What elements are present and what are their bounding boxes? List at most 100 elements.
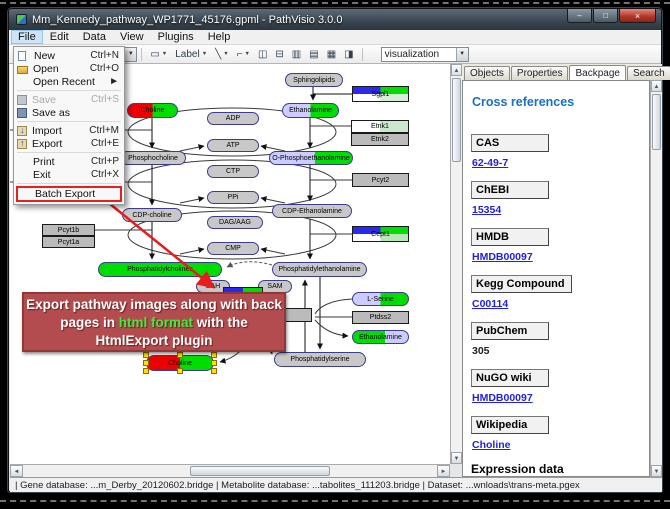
- app-window: Mm_Kennedy_pathway_WP1771_45176.gpml - P…: [8, 8, 662, 492]
- menu-edit[interactable]: Edit: [43, 30, 76, 44]
- menu-help[interactable]: Help: [201, 30, 238, 44]
- tab-backpage[interactable]: Backpage: [569, 65, 625, 80]
- node-l-serine[interactable]: L-Serine: [352, 292, 409, 306]
- stack-vertical-button[interactable]: ▦: [323, 46, 340, 62]
- node-pcyt1a[interactable]: Pcyt1a: [42, 236, 95, 248]
- node-sgpl1[interactable]: Sgpl1: [352, 86, 409, 102]
- scroll-right-button[interactable]: ►: [437, 465, 450, 477]
- node-ppi[interactable]: PPi: [207, 191, 259, 204]
- tab-objects[interactable]: Objects: [464, 66, 510, 80]
- node-cdp-ethanolamine[interactable]: CDP-Ethanolamine: [272, 204, 352, 218]
- distribute-horizontal-button[interactable]: ▥: [288, 46, 305, 62]
- file-menu-item-export[interactable]: ExportCtrl+E: [14, 137, 124, 150]
- chevron-down-icon[interactable]: ▼: [456, 48, 468, 61]
- scroll-down-button[interactable]: ▼: [651, 465, 662, 477]
- scroll-up-button[interactable]: ▲: [651, 80, 662, 92]
- visualization-combobox[interactable]: visualization ▼: [381, 47, 469, 62]
- file-menu-item-import[interactable]: ImportCtrl+M: [14, 124, 124, 137]
- node-pcyt2[interactable]: Pcyt2: [352, 173, 409, 187]
- node-pcyt1b[interactable]: Pcyt1b: [42, 224, 95, 236]
- label-tool-button[interactable]: Label▼: [171, 46, 211, 62]
- selection-handle[interactable]: [143, 360, 149, 366]
- file-menu-item-open-recent[interactable]: Open Recent►: [14, 75, 124, 88]
- menu-view[interactable]: View: [113, 30, 151, 44]
- scrollbar-thumb[interactable]: [652, 94, 661, 150]
- node-ctp[interactable]: CTP: [207, 165, 259, 178]
- node-ethanolamine-bottom[interactable]: Ethanolamine: [352, 330, 409, 344]
- menu-data[interactable]: Data: [76, 30, 113, 44]
- xref-value-link[interactable]: C00114: [472, 298, 649, 310]
- node-label: Ethanolamine: [289, 107, 332, 114]
- xref-value-link[interactable]: 15354: [472, 204, 649, 216]
- title-bar[interactable]: Mm_Kennedy_pathway_WP1771_45176.gpml - P…: [9, 9, 661, 30]
- tab-properties[interactable]: Properties: [511, 66, 569, 80]
- scroll-up-button[interactable]: ▲: [451, 64, 462, 76]
- frame-artifact: [0, 500, 670, 502]
- xref-section-wikipedia: WikipediaCholine: [471, 415, 649, 451]
- node-cept1[interactable]: Cept1: [352, 226, 409, 242]
- xref-value-link[interactable]: 62-49-7: [472, 157, 649, 169]
- align-center-y-button[interactable]: ⊟: [271, 46, 287, 62]
- xref-database-label: Kegg Compound: [471, 275, 572, 293]
- tab-search[interactable]: Search: [627, 66, 670, 80]
- file-menu-item-new[interactable]: NewCtrl+N: [14, 49, 124, 62]
- selection-handle[interactable]: [211, 352, 217, 358]
- scroll-down-button[interactable]: ▼: [451, 452, 462, 464]
- selection-handle[interactable]: [177, 352, 183, 358]
- backpage-panel: Cross references CAS62-49-7ChEBI15354HMD…: [462, 80, 650, 477]
- canvas-horizontal-scrollbar[interactable]: ◄ ►: [10, 464, 450, 477]
- maximize-button[interactable]: □: [593, 9, 618, 23]
- scroll-left-button[interactable]: ◄: [10, 465, 23, 477]
- align-center-x-button[interactable]: ◫: [254, 46, 271, 62]
- file-menu-item-print[interactable]: PrintCtrl+P: [14, 155, 124, 168]
- node-phosphatidylserine[interactable]: Phosphatidylserine: [274, 352, 366, 367]
- node-cmp[interactable]: CMP: [207, 242, 259, 255]
- file-menu-item-save[interactable]: SaveCtrl+S: [14, 93, 124, 106]
- selection-handle[interactable]: [143, 352, 149, 358]
- file-menu-item-batch-export[interactable]: Batch Export: [16, 186, 122, 202]
- save-icon: [17, 95, 27, 105]
- close-button[interactable]: ×: [619, 9, 656, 23]
- node-o-phosphoethanolamine[interactable]: O-Phosphoethanolamine: [269, 151, 353, 165]
- node-phosphatidylcholines[interactable]: Phosphatidylcholines: [98, 262, 222, 277]
- menu-file[interactable]: File: [11, 30, 43, 44]
- scrollbar-thumb[interactable]: [452, 78, 461, 162]
- stack-horizontal-button[interactable]: ◨: [340, 46, 357, 62]
- xref-value-link[interactable]: HMDB00097: [472, 251, 649, 263]
- chevron-down-icon: ▼: [202, 51, 207, 57]
- node-cdp-choline[interactable]: CDP-choline: [122, 208, 182, 222]
- connector-tool-button[interactable]: ⌐▼: [233, 46, 254, 62]
- node-ethanolamine-top[interactable]: Ethanolamine: [282, 103, 339, 118]
- node-adp[interactable]: ADP: [207, 112, 259, 125]
- selection-handle[interactable]: [211, 368, 217, 374]
- chevron-down-icon: ▼: [223, 51, 228, 57]
- chevron-down-icon[interactable]: ▼: [124, 48, 136, 61]
- file-menu-item-save-as[interactable]: Save as: [14, 106, 124, 119]
- line-tool-button[interactable]: ╲▼: [211, 46, 232, 62]
- xref-value-link[interactable]: Choline: [472, 439, 649, 451]
- file-menu-item-exit[interactable]: ExitCtrl+X: [14, 168, 124, 181]
- stack-horizontal-icon: ◨: [344, 49, 353, 60]
- node-choline-top[interactable]: Choline: [127, 103, 178, 118]
- selection-handle[interactable]: [211, 360, 217, 366]
- node-etnk2[interactable]: Etnk2: [351, 133, 409, 146]
- panel-vertical-scrollbar[interactable]: ▲ ▼: [650, 80, 662, 477]
- file-menu-item-open[interactable]: OpenCtrl+O: [14, 62, 124, 75]
- node-sphingolipids[interactable]: Sphingolipids: [285, 73, 343, 87]
- node-ptdss2[interactable]: Ptdss2: [352, 311, 409, 324]
- scrollbar-thumb[interactable]: [190, 466, 330, 476]
- selection-handle[interactable]: [143, 368, 149, 374]
- menu-plugins[interactable]: Plugins: [151, 30, 201, 44]
- no-icon: [17, 76, 28, 87]
- node-atp[interactable]: ATP: [207, 139, 259, 152]
- minimize-button[interactable]: –: [567, 9, 592, 23]
- xref-value-link[interactable]: HMDB00097: [472, 392, 649, 404]
- node-phosphatidylethanolamine[interactable]: Phosphatidylethanolamine: [272, 262, 367, 277]
- node-phosphocholine[interactable]: Phosphocholine: [120, 151, 186, 165]
- node-dag-aag[interactable]: DAG/AAG: [207, 216, 263, 229]
- canvas-vertical-scrollbar[interactable]: ▲ ▼: [450, 64, 462, 464]
- selection-handle[interactable]: [177, 368, 183, 374]
- datanode-tool-button[interactable]: ▭▼: [146, 46, 171, 62]
- node-etnk1[interactable]: Etnk1: [351, 120, 409, 133]
- distribute-vertical-button[interactable]: ▤: [305, 46, 322, 62]
